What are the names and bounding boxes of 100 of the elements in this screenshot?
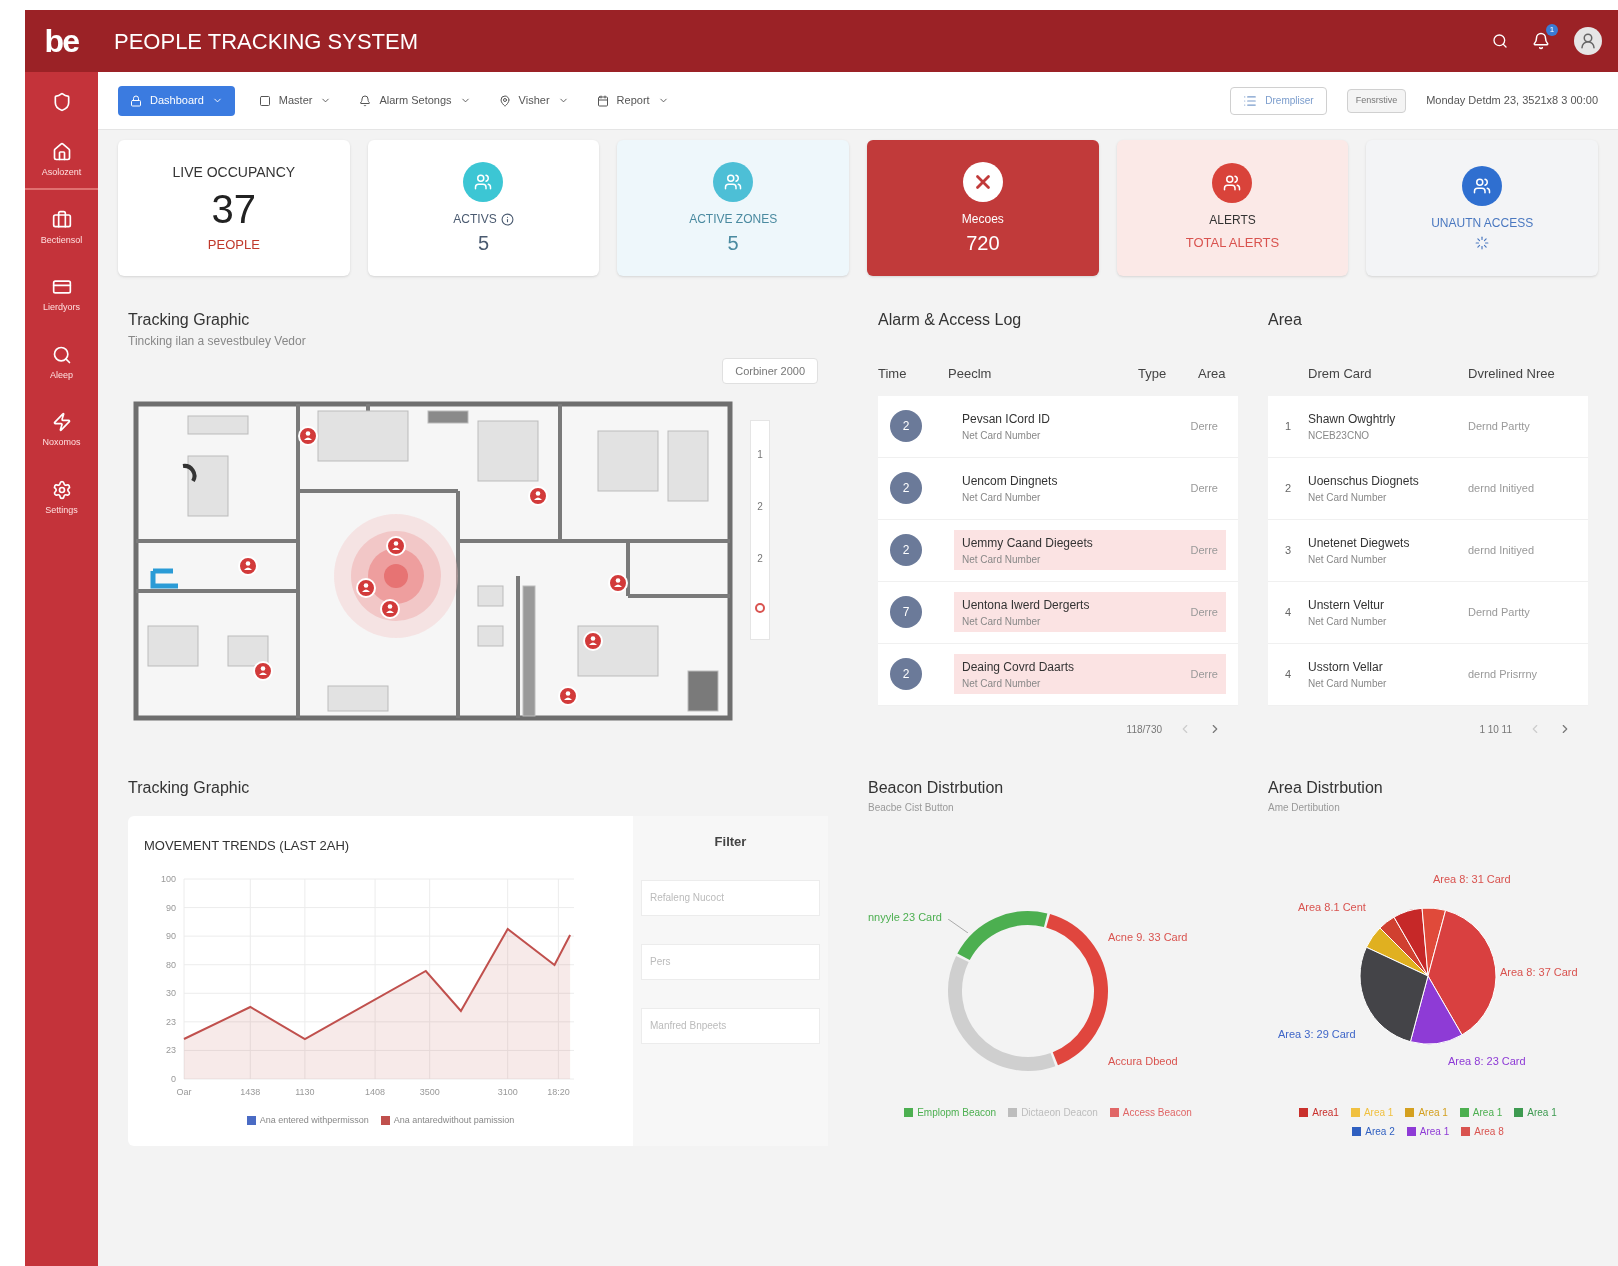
stat-sublabel: TOTAL ALERTS — [1185, 234, 1280, 253]
table-row[interactable]: 2 Uoenschus Diognets Net Card Number dernd Initiyed — [1268, 457, 1588, 520]
stat-label: ACTIVS — [453, 211, 497, 228]
people-icon — [1462, 166, 1503, 206]
briefcase-icon — [51, 209, 72, 230]
row-index: 1 — [1283, 418, 1293, 434]
sidebar-item[interactable]: Aleep — [25, 344, 98, 392]
card-number: Net Card Number — [962, 490, 1042, 505]
filter-field[interactable]: Refaleng Nucoct — [641, 879, 820, 916]
legend-label: Access Beacon — [1122, 1106, 1192, 1120]
table-row[interactable]: 4 Usstorn Vellar Net Card Number dernd Prisrrny — [1268, 643, 1588, 706]
people-icon — [463, 162, 504, 202]
table-row[interactable]: 7 Uentona Iwerd Dergerts Net Card Number Derre — [878, 581, 1238, 644]
legend-label: Area1 — [1312, 1106, 1339, 1120]
avatar-badge: 7 — [890, 596, 922, 628]
pagination-count: 118/730 — [1126, 722, 1162, 737]
square-icon — [258, 94, 271, 107]
slice-label: Acne 9. 33 Card — [1108, 930, 1188, 945]
area-cell-text: Derre — [1190, 480, 1218, 496]
legend-label: Emplopm Beacon — [917, 1106, 997, 1120]
lock-icon — [130, 94, 142, 107]
legend-label: Ana antaredwithout pamission — [393, 1113, 515, 1127]
table-row[interactable]: 4 Unstern Veltur Net Card Number Dernd Partty — [1268, 581, 1588, 644]
location-icon[interactable] — [755, 602, 765, 613]
card-number: Net Card Number — [962, 428, 1042, 443]
person-name: Usstorn Vellar — [1308, 658, 1384, 676]
table-row[interactable]: 3 Unetenet Diegwets Net Card Number dernd Initiyed — [1268, 519, 1588, 582]
area-cell-text: dernd Prisrrny — [1468, 666, 1539, 682]
section-subtitle: Tincking ilan a sevestbuley Vedor — [128, 333, 307, 350]
person-name: Uemmy Caand Diegeets — [962, 534, 1094, 552]
axis-tick-label: 1408 — [365, 1086, 386, 1097]
axis-tick-label: 1438 — [240, 1086, 261, 1097]
slice-label: Accura Dbeod — [1108, 1054, 1178, 1069]
stat-value: 5 — [477, 232, 490, 254]
sidebar-item[interactable]: Settings — [25, 479, 98, 527]
table-row[interactable]: 2 Uemmy Caand Diegeets Net Card Number Derre — [878, 519, 1238, 582]
section-subtitle: Ame Dertibution — [1268, 801, 1341, 815]
column-header: Drem Card — [1308, 365, 1373, 383]
nav-tab[interactable]: Report — [592, 92, 673, 109]
filter-field[interactable]: Pers — [641, 943, 820, 980]
notification-icon[interactable] — [1532, 32, 1550, 50]
area-cell-text: Derre — [1190, 604, 1218, 620]
table-row[interactable]: 1 Shawn Owghtrly NCEB23CNO Dernd Partty — [1268, 395, 1588, 458]
sidebar-item[interactable]: Bectiensol — [25, 209, 98, 257]
section-title: Area Distrbution — [1268, 778, 1384, 798]
stat-value: 720 — [966, 232, 1000, 254]
row-index: 2 — [1283, 480, 1293, 496]
sidebar-item[interactable]: Noxomos — [25, 412, 98, 460]
search-icon[interactable] — [1492, 33, 1508, 49]
card-number: NCEB23CNO — [1308, 428, 1371, 443]
column-header: Peeclm — [948, 365, 993, 383]
slice-label: Area 8: 31 Card — [1433, 872, 1511, 887]
chart-title: MOVEMENT TRENDS (LAST 2AH) — [144, 837, 351, 855]
person-name: Deaing Covrd Daarts — [962, 658, 1076, 676]
axis-tick-label: 30 — [166, 987, 176, 998]
axis-tick-label: 80 — [166, 959, 176, 970]
table-row[interactable]: 2 Pevsan ICord ID Net Card Number Derre — [878, 395, 1238, 458]
slice-label: Area 8.1 Cent — [1298, 900, 1366, 915]
nav-tab[interactable]: Dashboard — [118, 85, 235, 116]
avatar-badge: 2 — [890, 658, 922, 690]
stat-label: ALERTS — [1209, 212, 1256, 230]
slice-label: Area 8: 37 Card — [1500, 965, 1578, 980]
legend-label: Area 1 — [1419, 1125, 1450, 1139]
search-icon — [51, 344, 72, 365]
floor-level[interactable]: 2 — [757, 550, 763, 566]
column-header: Dvrelined Nree — [1468, 365, 1556, 383]
nav-tab[interactable]: Visher — [494, 92, 573, 109]
card-number: Net Card Number — [1308, 614, 1388, 629]
person-name: Unstern Veltur — [1308, 596, 1386, 614]
sidebar-item[interactable]: Lierdyors — [25, 277, 98, 325]
stat-sublabel: PEOPLE — [207, 235, 260, 254]
person-name: Uencom Dingnets — [962, 472, 1059, 490]
section-title: Tracking Graphic — [128, 310, 251, 330]
axis-tick-label: Oar — [176, 1086, 192, 1097]
legend-label: Ana entered withpermisson — [259, 1113, 369, 1127]
settings-icon — [51, 479, 72, 500]
filter-field[interactable]: Manfred Bnpeets — [641, 1007, 820, 1044]
nav-tab[interactable]: Alarm Setongs — [355, 92, 475, 109]
stat-label: LIVE OCCUPANCY — [172, 162, 296, 182]
floor-dropdown[interactable]: Corbiner 2000 — [722, 358, 818, 384]
stat-value: 37 — [211, 186, 257, 231]
section-title: Beacon Distrbution — [868, 778, 1005, 798]
row-index: 3 — [1283, 542, 1293, 558]
person-name: Uoenschus Diognets — [1308, 472, 1420, 490]
section-subtitle: Beacbe Cist Button — [868, 801, 955, 815]
slice-label: Area 8: 23 Card — [1448, 1054, 1526, 1069]
table-row[interactable]: 2 Uencom Dingnets Net Card Number Derre — [878, 457, 1238, 520]
person-name: Uentona Iwerd Dergerts — [962, 596, 1091, 614]
calendar-icon — [596, 94, 609, 107]
nav-tab[interactable]: Master — [254, 92, 336, 109]
area-cell-text: Dernd Partty — [1468, 418, 1531, 434]
avatar[interactable] — [1574, 27, 1602, 55]
floor-level[interactable]: 1 — [757, 447, 763, 463]
filter-button[interactable]: Fensrstive — [1346, 88, 1407, 113]
table-row[interactable]: 2 Deaing Covrd Daarts Net Card Number Derre — [878, 643, 1238, 706]
slice-label: nnyyle 23 Card — [868, 910, 942, 925]
floor-level[interactable]: 2 — [757, 499, 763, 515]
axis-tick-label: 18:20 — [547, 1086, 570, 1097]
card-number: Net Card Number — [1308, 490, 1388, 505]
legend-label: Area 1 — [1527, 1106, 1557, 1120]
